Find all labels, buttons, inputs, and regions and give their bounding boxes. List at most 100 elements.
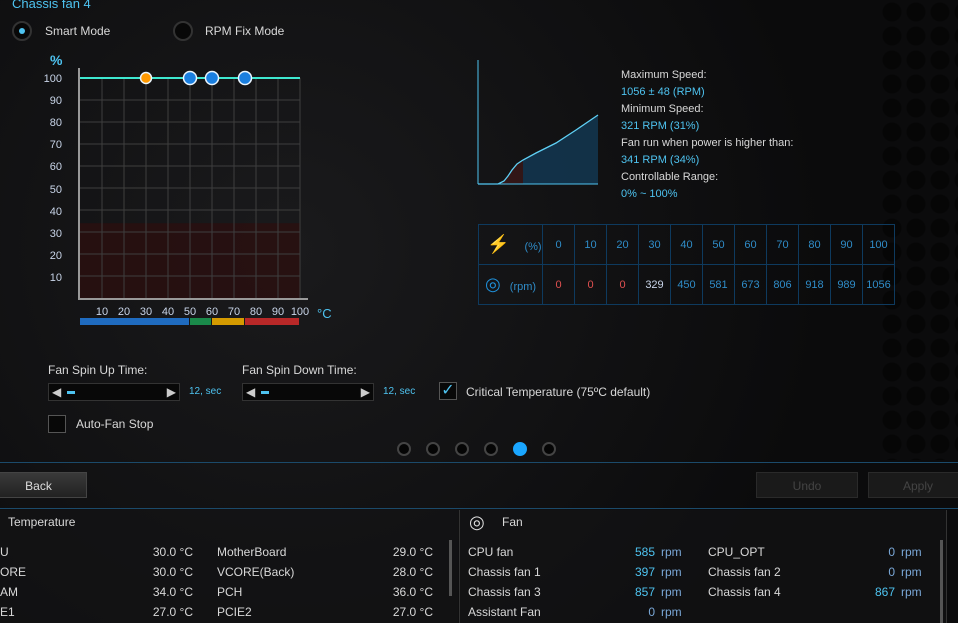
rpm-cell: 918 (798, 264, 831, 305)
pct-unit: (%) (524, 241, 542, 253)
critical-temp-checkbox[interactable]: ✓ (439, 382, 457, 400)
y-tick: 30 (49, 227, 62, 240)
pct-cell: 10 (574, 224, 607, 265)
fan-name: Assistant Fan (468, 605, 541, 619)
fan-title: Chassis fan 4 (12, 0, 91, 11)
fan-speed-value: 0 (888, 545, 895, 559)
fan-title: Fan (502, 515, 523, 529)
pct-cell: 50 (702, 224, 735, 265)
page-indicator-dot[interactable] (542, 442, 556, 456)
rpm-cell: 0 (574, 264, 607, 305)
pct-cell: 60 (734, 224, 767, 265)
smart-mode-radio[interactable] (12, 21, 32, 41)
temperature-scrollbar[interactable] (449, 540, 452, 596)
temp-sensor-name: VCORE(Back) (217, 565, 295, 579)
temp-sensor-value: 27.0 °C (392, 605, 433, 619)
divider (0, 508, 958, 509)
rpm-fix-mode-radio[interactable] (173, 21, 193, 41)
min-speed-value: 321 RPM (31%) (621, 120, 700, 132)
temp-sensor-value: 36.0 °C (392, 585, 433, 599)
page-indicator-dot[interactable] (513, 442, 527, 456)
range-label: Controllable Range: (621, 171, 719, 183)
fan-speed-unit: rpm (661, 545, 682, 559)
temp-sensor-name: PCH (217, 585, 243, 599)
fan-name: Chassis fan 4 (708, 585, 781, 599)
temp-sensor-name: ORE (0, 565, 27, 579)
spin-down-slider[interactable]: ◀ ▶ (242, 383, 374, 401)
spin-down-value: 12, sec (383, 386, 416, 397)
pct-cell: 80 (798, 224, 831, 265)
x-axis-unit: °C (317, 306, 332, 321)
min-speed-label: Minimum Speed: (621, 103, 704, 115)
fan-run-value: 341 RPM (34%) (621, 154, 700, 166)
curve-point-handle[interactable] (237, 70, 253, 86)
rpm-cell: 581 (702, 264, 735, 305)
fan-speed-value: 585 (634, 545, 655, 559)
y-tick: 80 (49, 117, 62, 130)
spin-down-label: Fan Spin Down Time: (242, 363, 357, 377)
y-tick: 90 (49, 95, 62, 108)
max-speed-label: Maximum Speed: (621, 69, 707, 81)
rpm-cell: 0 (542, 264, 575, 305)
smart-mode-label: Smart Mode (45, 24, 111, 38)
undo-button[interactable]: Undo (756, 472, 858, 498)
spin-up-slider[interactable]: ◀ ▶ (48, 383, 180, 401)
max-speed-value: 1056 ± 48 (RPM) (621, 86, 705, 98)
fan-name: CPU fan (468, 545, 514, 559)
rpm-header: ◎ (rpm) (478, 264, 543, 305)
y-tick: 20 (49, 249, 62, 262)
curve-point-handle[interactable] (204, 70, 220, 86)
temp-sensor-name: MotherBoard (217, 545, 287, 559)
rpm-cell: 806 (766, 264, 799, 305)
y-tick: 10 (49, 271, 62, 284)
rpm-unit: (rpm) (509, 281, 537, 293)
page-indicator-dot[interactable] (484, 442, 498, 456)
fan-scrollbar[interactable] (940, 540, 943, 623)
slider-thumb[interactable] (261, 391, 269, 394)
temp-sensor-name: E1 (0, 605, 15, 619)
page-indicator-dot[interactable] (426, 442, 440, 456)
fan-icon: ◎ (469, 512, 485, 532)
back-button[interactable]: Back (0, 472, 87, 498)
pct-cell: 0 (542, 224, 575, 265)
critical-temp-label: Critical Temperature (75ºC default) (466, 385, 651, 399)
temp-sensor-value: 30.0 °C (152, 565, 193, 579)
page-indicator-dot[interactable] (397, 442, 411, 456)
range-value: 0% ~ 100% (621, 188, 678, 200)
rpm-cell: 989 (830, 264, 863, 305)
arrow-left-icon[interactable]: ◀ (52, 385, 61, 399)
curve-point-handle[interactable] (139, 71, 153, 85)
auto-fan-stop-label: Auto-Fan Stop (76, 417, 154, 431)
fan-speed-value: 0 (888, 565, 895, 579)
curve-point-handle[interactable] (182, 70, 198, 86)
slider-thumb[interactable] (67, 391, 75, 394)
temp-sensor-name: U (0, 545, 9, 559)
pct-cell: 30 (638, 224, 671, 265)
rpm-table: ⚡ (%) 0 10 20 30 40 50 60 70 80 90 100 ◎ (rpm) 0 0 0 32… (478, 224, 895, 305)
rpm-cell: 450 (670, 264, 703, 305)
speed-info: Maximum Speed: 1056 ± 48 (RPM) Minimum S… (621, 67, 793, 203)
arrow-right-icon[interactable]: ▶ (361, 385, 370, 399)
arrow-left-icon[interactable]: ◀ (246, 385, 255, 399)
y-tick: 100 (43, 73, 62, 85)
rpm-cell: 673 (734, 264, 767, 305)
fan-name: CPU_OPT (708, 545, 765, 559)
fan-name: Chassis fan 3 (468, 585, 541, 599)
pct-cell: 40 (670, 224, 703, 265)
apply-button[interactable]: Apply (868, 472, 958, 498)
rpm-curve-preview (477, 60, 599, 185)
y-tick: 60 (49, 161, 62, 174)
temp-sensor-value: 34.0 °C (152, 585, 193, 599)
fan-speed-value: 857 (634, 585, 655, 599)
rpm-cell: 0 (606, 264, 639, 305)
y-axis-label: % (50, 52, 63, 68)
fan-curve-chart[interactable] (76, 66, 308, 330)
spin-up-value: 12, sec (189, 386, 222, 397)
page-indicator-dot[interactable] (455, 442, 469, 456)
arrow-right-icon[interactable]: ▶ (167, 385, 176, 399)
fan-name: Chassis fan 1 (468, 565, 541, 579)
temp-sensor-value: 29.0 °C (392, 545, 433, 559)
temp-sensor-value: 27.0 °C (152, 605, 193, 619)
spin-up-label: Fan Spin Up Time: (48, 363, 148, 377)
auto-fan-stop-checkbox[interactable] (48, 415, 66, 433)
